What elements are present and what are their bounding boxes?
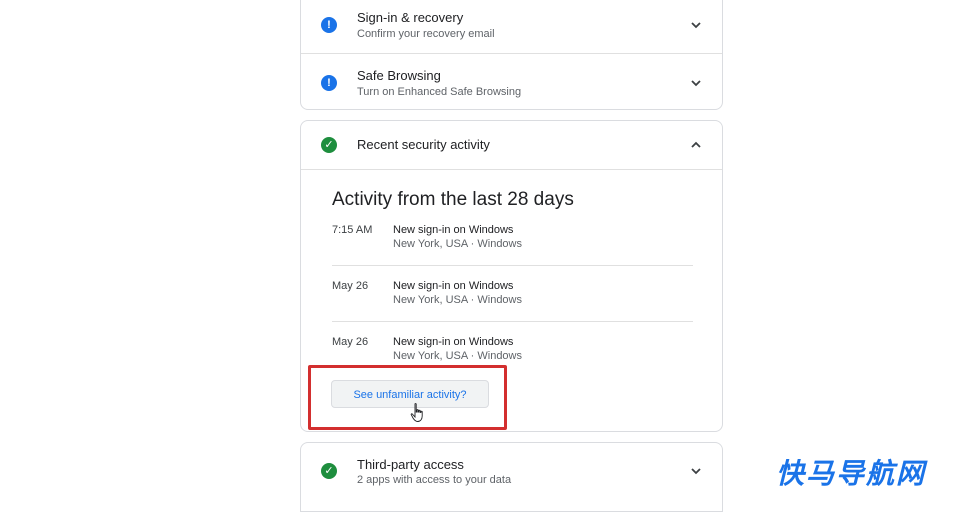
section-subtitle: 2 apps with access to your data: [357, 474, 512, 486]
third-party-access-card: ✓ Third-party access 2 apps with access …: [300, 442, 723, 512]
section-title: Safe Browsing: [357, 68, 441, 83]
section-recent-activity-header[interactable]: ✓ Recent security activity: [301, 121, 722, 169]
activity-location: New York, USA · Windows: [393, 238, 522, 250]
activity-time: May 26: [332, 280, 369, 292]
activity-title: New sign-in on Windows: [393, 280, 514, 292]
section-safe-browsing[interactable]: ! Safe Browsing Turn on Enhanced Safe Br…: [301, 53, 722, 112]
header-divider: [301, 169, 722, 170]
activity-time: 7:15 AM: [332, 224, 373, 236]
section-signin-recovery[interactable]: ! Sign-in & recovery Confirm your recove…: [301, 0, 722, 53]
section-title: Recent security activity: [357, 137, 490, 152]
alert-info-icon: !: [321, 17, 337, 33]
section-subtitle: Confirm your recovery email: [357, 28, 495, 40]
activity-title: New sign-in on Windows: [393, 224, 514, 236]
activity-divider: [332, 321, 693, 322]
section-subtitle: Turn on Enhanced Safe Browsing: [357, 86, 522, 98]
section-title: Sign-in & recovery: [357, 10, 464, 25]
section-title: Third-party access: [357, 457, 464, 472]
chevron-down-icon[interactable]: [688, 75, 704, 91]
activity-location: New York, USA · Windows: [393, 294, 522, 306]
chevron-down-icon[interactable]: [688, 463, 704, 479]
check-circle-icon: ✓: [321, 137, 337, 153]
security-issues-card: ! Sign-in & recovery Confirm your recove…: [300, 0, 723, 110]
activity-time: May 26: [332, 336, 369, 348]
hand-cursor-icon: [410, 403, 423, 422]
activity-divider: [332, 265, 693, 266]
watermark-text: 快马导航网: [775, 457, 926, 490]
activity-location: New York, USA · Windows: [393, 350, 522, 362]
activity-title: New sign-in on Windows: [393, 336, 514, 348]
chevron-up-icon[interactable]: [688, 137, 704, 153]
check-circle-icon: ✓: [321, 463, 337, 479]
chevron-down-icon[interactable]: [688, 17, 704, 33]
section-third-party-access[interactable]: ✓ Third-party access 2 apps with access …: [301, 443, 722, 501]
alert-info-icon: !: [321, 75, 337, 91]
activity-heading: Activity from the last 28 days: [332, 189, 574, 210]
